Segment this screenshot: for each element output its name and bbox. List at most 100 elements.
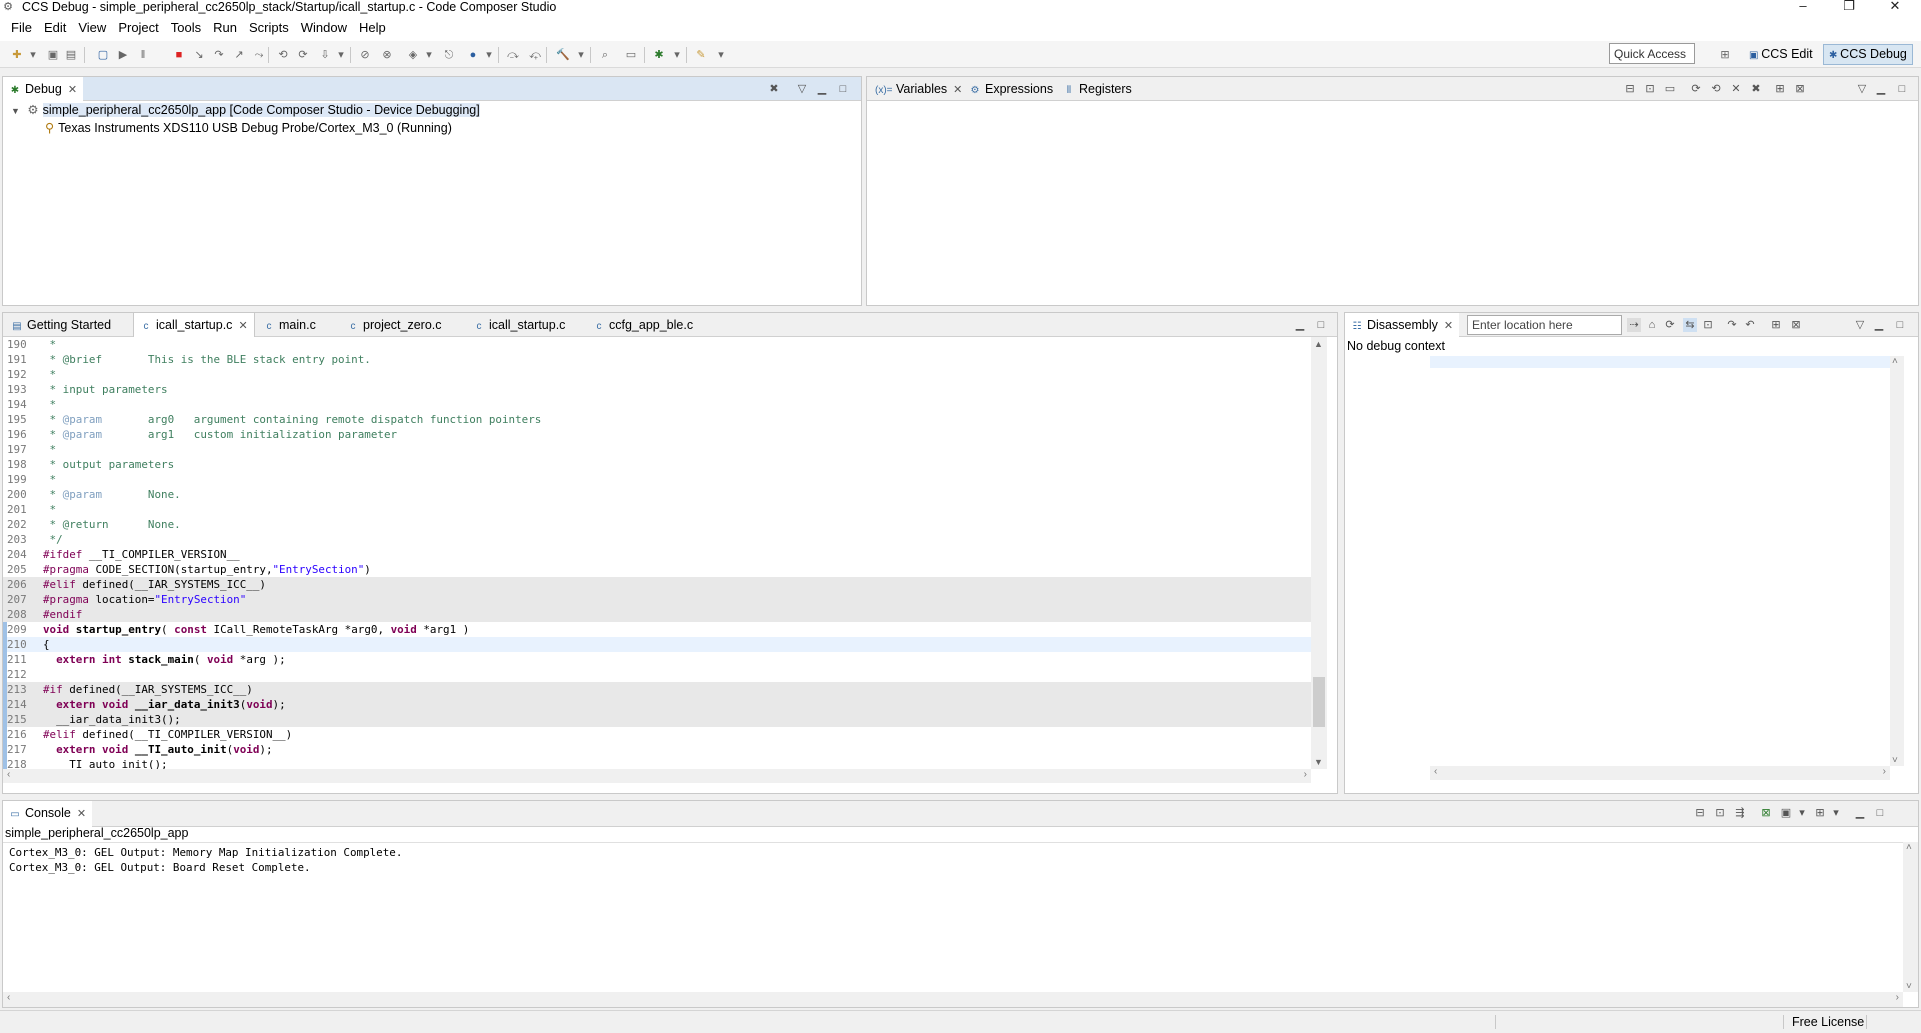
menu-window[interactable]: Window: [295, 14, 353, 41]
console-output[interactable]: Cortex_M3_0: GEL Output: Memory Map Init…: [3, 842, 1903, 992]
open-perspective-icon[interactable]: ⊞: [1718, 48, 1732, 62]
layout-icon[interactable]: ▭: [1663, 82, 1677, 96]
view-menu-icon[interactable]: ▁: [1853, 806, 1867, 820]
code-line[interactable]: 217 extern void __TI_auto_init(void);: [3, 742, 1311, 757]
save-icon[interactable]: ▣: [46, 48, 60, 62]
code-line[interactable]: 194 *: [3, 397, 1311, 412]
remove-all-icon[interactable]: ✖: [1749, 82, 1763, 96]
step-over-icon[interactable]: ↷: [212, 48, 226, 62]
menu-view[interactable]: View: [72, 14, 112, 41]
tree-item-debug-session[interactable]: ▼ ⚙ simple_peripheral_cc2650lp_app [Code …: [11, 101, 480, 119]
step-filter-icon[interactable]: ⤼: [506, 48, 520, 62]
code-line[interactable]: 206 #elif defined(__IAR_SYSTEMS_ICC__): [3, 577, 1311, 592]
tab-variables[interactable]: (x)= Variables ✕: [869, 77, 968, 101]
open-console-icon[interactable]: ▭: [624, 48, 638, 62]
disassembly-horizontal-scrollbar[interactable]: ‹ ›: [1430, 766, 1890, 780]
scroll-right-icon[interactable]: ›: [1304, 769, 1307, 780]
close-icon[interactable]: ✕: [1444, 320, 1453, 332]
dropdown-icon[interactable]: ▾: [26, 48, 40, 62]
code-line[interactable]: 192 *: [3, 367, 1311, 382]
code-line[interactable]: 214 extern void __iar_data_init3(void);: [3, 697, 1311, 712]
new-icon[interactable]: ✚: [10, 48, 24, 62]
scroll-right-icon[interactable]: ›: [1883, 766, 1886, 777]
tab-debug[interactable]: ✱ Debug ✕: [3, 77, 84, 102]
tab-icall-startup-c[interactable]: c icall_startup.c ✕: [133, 313, 255, 338]
dropdown-icon[interactable]: ▾: [670, 48, 684, 62]
tab-icall-startup-c-2[interactable]: c icall_startup.c: [467, 313, 571, 337]
step-return-icon[interactable]: ↗: [232, 48, 246, 62]
step-back-icon[interactable]: ↶: [1743, 318, 1757, 332]
scroll-right-icon[interactable]: ›: [1896, 992, 1899, 1003]
new-view-icon[interactable]: ⊞: [1773, 82, 1787, 96]
maximize-view-icon[interactable]: □: [1873, 806, 1887, 820]
memory-icon[interactable]: ◈: [406, 48, 420, 62]
suspend-icon[interactable]: ‖: [136, 48, 150, 62]
menu-run[interactable]: Run: [207, 14, 243, 41]
code-line[interactable]: 213 #if defined(__IAR_SYSTEMS_ICC__): [3, 682, 1311, 697]
code-line[interactable]: 205 #pragma CODE_SECTION(startup_entry,"E…: [3, 562, 1311, 577]
profile-icon[interactable]: ●: [466, 48, 480, 62]
scroll-left-icon[interactable]: ‹: [1434, 766, 1437, 777]
menu-help[interactable]: Help: [353, 14, 392, 41]
dropdown-icon[interactable]: ▾: [422, 48, 436, 62]
code-line[interactable]: 201 *: [3, 502, 1311, 517]
code-line[interactable]: 208 #endif: [3, 607, 1311, 622]
search-icon[interactable]: ⌕: [598, 48, 612, 62]
scroll-up-icon[interactable]: ˄: [1892, 356, 1898, 367]
editor-vertical-scrollbar[interactable]: ▲ ▼: [1311, 337, 1327, 769]
location-input[interactable]: Enter location here: [1467, 315, 1622, 335]
save-all-icon[interactable]: ▤: [64, 48, 78, 62]
tab-main-c[interactable]: c main.c: [257, 313, 322, 337]
code-line[interactable]: 193 * input parameters: [3, 382, 1311, 397]
code-line[interactable]: 191 * @brief This is the BLE stack entry…: [3, 352, 1311, 367]
tab-registers[interactable]: ⦀ Registers: [1057, 77, 1138, 101]
dropdown-icon[interactable]: ▾: [1795, 806, 1809, 820]
step-into-icon[interactable]: ↘: [192, 48, 206, 62]
dropdown-icon[interactable]: ▾: [482, 48, 496, 62]
maximize-view-icon[interactable]: □: [1893, 318, 1907, 332]
disassembly-vertical-scrollbar[interactable]: ˄ ˅: [1890, 356, 1904, 766]
tab-project-zero-c[interactable]: c project_zero.c: [341, 313, 448, 337]
code-line[interactable]: 203 */: [3, 532, 1311, 547]
step-asm-icon[interactable]: ⤳: [252, 48, 266, 62]
code-line[interactable]: 215 __iar_data_init3();: [3, 712, 1311, 727]
dropdown-icon[interactable]: ▾: [1829, 806, 1843, 820]
code-line[interactable]: 202 * @return None.: [3, 517, 1311, 532]
code-line[interactable]: 200 * @param None.: [3, 487, 1311, 502]
dropdown-icon[interactable]: ▾: [574, 48, 588, 62]
code-line[interactable]: 216 #elif defined(__TI_COMPILER_VERSION__…: [3, 727, 1311, 742]
view-menu-icon[interactable]: ▽: [1853, 318, 1867, 332]
reset-icon[interactable]: ⟲: [276, 48, 290, 62]
scroll-down-icon[interactable]: ˅: [1892, 755, 1898, 766]
collapse-all-icon[interactable]: ⊟: [1623, 82, 1637, 96]
link-icon[interactable]: ⇆: [1683, 318, 1697, 332]
menu-scripts[interactable]: Scripts: [243, 14, 295, 41]
minimize-button[interactable]: –: [1780, 0, 1826, 14]
dropdown-icon[interactable]: ▾: [714, 48, 728, 62]
restore-button[interactable]: ❐: [1826, 0, 1872, 14]
target-icon[interactable]: ⎋: [442, 48, 456, 62]
code-line[interactable]: 197 *: [3, 442, 1311, 457]
menu-project[interactable]: Project: [112, 14, 164, 41]
remove-icon[interactable]: ✕: [1729, 82, 1743, 96]
tab-console[interactable]: ▭ Console ✕: [3, 801, 93, 828]
open-console-icon[interactable]: ⊞: [1813, 806, 1827, 820]
perspective-ccs-edit[interactable]: ▣ CCS Edit: [1743, 44, 1819, 65]
code-line[interactable]: 211 extern int stack_main( void *arg );: [3, 652, 1311, 667]
disconnect-icon[interactable]: ⊗: [380, 48, 394, 62]
build-icon[interactable]: 🔨: [556, 48, 570, 62]
scroll-up-icon[interactable]: ▲: [1314, 339, 1323, 349]
home-icon[interactable]: ⌂: [1645, 318, 1659, 332]
refresh-icon[interactable]: ⟳: [1663, 318, 1677, 332]
close-icon[interactable]: ✕: [953, 84, 962, 96]
external-tools-icon[interactable]: ✎: [694, 48, 708, 62]
maximize-view-icon[interactable]: □: [836, 82, 850, 96]
step-icon[interactable]: ↷: [1725, 318, 1739, 332]
code-line[interactable]: 195 * @param arg0 argument containing re…: [3, 412, 1311, 427]
drop-frame-icon[interactable]: ⤽: [528, 48, 542, 62]
expand-chevron-icon[interactable]: ▼: [11, 106, 20, 116]
disassembly-content[interactable]: [1430, 356, 1890, 766]
code-line[interactable]: 209 void startup_entry( const ICall_Remot…: [3, 622, 1311, 637]
tab-expressions[interactable]: ⚙ Expressions: [963, 77, 1059, 101]
menu-file[interactable]: File: [5, 14, 38, 41]
